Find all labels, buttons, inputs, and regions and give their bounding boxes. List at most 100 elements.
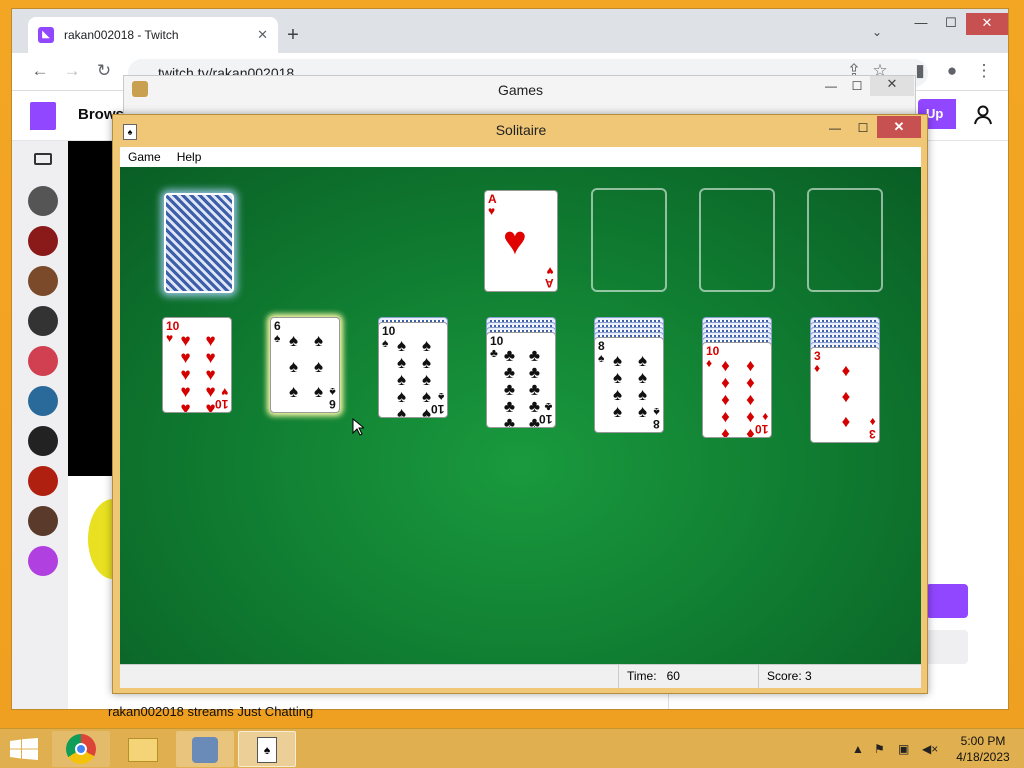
games-icon (192, 737, 218, 763)
suit-pip-icon: ♦ (841, 361, 851, 380)
profile-icon[interactable]: ● (940, 61, 964, 83)
time-label: Time: (627, 669, 657, 683)
channel-avatar[interactable] (28, 386, 58, 416)
suit-pip-icon: ♥ (180, 348, 191, 367)
user-icon[interactable] (974, 105, 992, 125)
games-window-title: Games (497, 82, 544, 98)
tab-close-icon[interactable]: ✕ (257, 27, 268, 43)
foundation-1[interactable]: A ♥ ♥ A ♥ (484, 190, 558, 292)
suit-pip-icon: ♣ (503, 363, 516, 382)
card-rank: 3 ♦ (869, 415, 876, 441)
network-icon[interactable]: ▣ (898, 742, 909, 756)
channel-avatar[interactable] (28, 426, 58, 456)
channel-avatar[interactable] (28, 226, 58, 256)
channel-avatar[interactable] (28, 186, 58, 216)
card-rank: 10 ♠ (430, 390, 444, 416)
games-maximize-button[interactable]: ☐ (844, 79, 870, 97)
tableau-card-1[interactable]: 10 ♥ ♥ ♥ ♥ ♥ ♥ ♥ ♥ ♥ ♥ ♥ 10 ♥ (162, 317, 232, 413)
suit-pip-icon: ♣ (503, 380, 516, 399)
menu-help[interactable]: Help (169, 150, 210, 164)
chat-button[interactable] (926, 584, 968, 618)
game-table: A ♥ ♥ A ♥ 10 ♥ ♥ ♥ ♥ ♥ ♥ ♥ ♥ ♥ ♥ ♥ 10 ♥ 6 ♠ ♠ ♠ ♠ ♠ ♠ ♠ 6 ♠ 10 ♠ ♠ ♠ ♠… (120, 167, 921, 664)
solitaire-maximize-button[interactable]: ☐ (849, 119, 877, 139)
browser-minimize-button[interactable]: — (906, 13, 936, 35)
back-arrow-icon[interactable]: ← (28, 61, 52, 83)
channel-avatar[interactable] (28, 506, 58, 536)
solitaire-icon: ♠ (257, 737, 277, 763)
suit-pip-icon: ♠ (313, 382, 324, 401)
twitch-favicon-icon: ◣ (38, 27, 54, 43)
suit-pip-icon: ♦ (746, 373, 755, 392)
tableau-card-3[interactable]: 10 ♠ ♠ ♠ ♠ ♠ ♠ ♠ ♠ ♠ ♠ ♠ 10 ♠ (378, 322, 448, 418)
windows-start-icon[interactable] (10, 738, 38, 760)
action-center-flag-icon[interactable]: ⚑ (874, 742, 885, 756)
suit-pip-icon: ♥ (205, 365, 216, 384)
foundation-4[interactable] (807, 188, 883, 292)
secondary-button[interactable] (926, 630, 968, 664)
channel-avatar[interactable] (28, 266, 58, 296)
volume-muted-icon[interactable]: ◀× (922, 742, 938, 756)
suit-pip-icon: ♣ (528, 346, 541, 365)
reload-icon[interactable]: ↻ (92, 61, 116, 83)
suit-pip-icon: ♦ (721, 424, 730, 438)
games-taskbar-button[interactable] (176, 731, 234, 767)
card-pips: ♠ ♠ ♠ ♠ ♠ ♠ ♠ ♠ (605, 352, 655, 420)
channel-avatar[interactable] (28, 346, 58, 376)
tableau-card-6[interactable]: 10 ♦ ♦ ♦ ♦ ♦ ♦ ♦ ♦ ♦ ♦ ♦ 10 ♦ (702, 342, 772, 438)
suit-pip-icon: ♠ (421, 370, 432, 389)
forward-arrow-icon[interactable]: → (60, 61, 84, 83)
browser-close-button[interactable]: ✕ (966, 13, 1008, 35)
tray-expand-icon[interactable]: ▲ (852, 742, 864, 756)
suit-pip-icon: ♥ (180, 365, 191, 384)
new-tab-button[interactable]: + (280, 23, 306, 49)
solitaire-window-title: Solitaire (495, 122, 547, 138)
suit-pip-icon: ♠ (637, 351, 648, 370)
browser-tab[interactable]: ◣ rakan002018 - Twitch ✕ (28, 17, 278, 53)
chrome-icon (66, 734, 96, 764)
time-display: Time: 60 (618, 665, 758, 689)
browser-maximize-button[interactable]: ☐ (936, 13, 966, 35)
channel-avatar[interactable] (28, 466, 58, 496)
file-explorer-icon (128, 738, 158, 762)
menu-game[interactable]: Game (120, 150, 169, 164)
solitaire-taskbar-button[interactable]: ♠ (238, 731, 296, 767)
suit-pip-icon: ♠ (612, 351, 623, 370)
system-clock[interactable]: 5:00 PM 4/18/2023 (948, 733, 1018, 765)
tab-title: rakan002018 - Twitch (64, 28, 179, 42)
stream-caption: rakan002018 streams Just Chatting (108, 704, 314, 718)
heart-suit-icon: ♥ (503, 219, 527, 263)
stock-pile[interactable] (164, 193, 234, 293)
games-close-button[interactable]: ✕ (870, 76, 914, 96)
camera-icon[interactable] (34, 153, 52, 165)
card-rank: 6 ♠ (329, 385, 336, 411)
suit-pip-icon: ♦ (721, 373, 730, 392)
tableau-card-2[interactable]: 6 ♠ ♠ ♠ ♠ ♠ ♠ ♠ 6 ♠ (270, 317, 340, 413)
tableau-card-5[interactable]: 8 ♠ ♠ ♠ ♠ ♠ ♠ ♠ ♠ ♠ 8 ♠ (594, 337, 664, 433)
suit-pip-icon: ♦ (721, 390, 730, 409)
suit-pip-icon: ♠ (313, 356, 324, 376)
tableau-card-4[interactable]: 10 ♣ ♣ ♣ ♣ ♣ ♣ ♣ ♣ ♣ ♣ ♣ 10 ♣ (486, 332, 556, 428)
suit-pip-icon: ♣ (503, 346, 516, 365)
file-explorer-taskbar-button[interactable] (114, 731, 172, 767)
menu-dots-icon[interactable]: ⋮ (972, 61, 996, 83)
foundation-2[interactable] (591, 188, 667, 292)
games-minimize-button[interactable]: — (818, 79, 844, 97)
twitch-logo-icon[interactable] (30, 102, 56, 130)
solitaire-close-button[interactable]: ✕ (877, 116, 921, 138)
tableau-card-7[interactable]: 3 ♦ ♦ ♦ ♦ 3 ♦ (810, 347, 880, 443)
suit-pip-icon: ♦ (841, 412, 851, 431)
suit-pip-icon: ♣ (503, 414, 516, 428)
suit-pip-icon: ♠ (637, 368, 648, 387)
channel-avatar[interactable] (28, 306, 58, 336)
foundation-3[interactable] (699, 188, 775, 292)
suit-pip-icon: ♠ (612, 368, 623, 387)
clock-date: 4/18/2023 (956, 750, 1010, 764)
card-rank: 10 ♥ (214, 385, 228, 411)
tab-search-icon[interactable]: ⌄ (872, 25, 882, 39)
suit-pip-icon: ♥ (180, 382, 191, 401)
chrome-taskbar-button[interactable] (52, 731, 110, 767)
channel-avatar[interactable] (28, 546, 58, 576)
score-value: 3 (805, 669, 812, 683)
suit-pip-icon: ♦ (721, 407, 730, 426)
solitaire-minimize-button[interactable]: — (821, 119, 849, 139)
